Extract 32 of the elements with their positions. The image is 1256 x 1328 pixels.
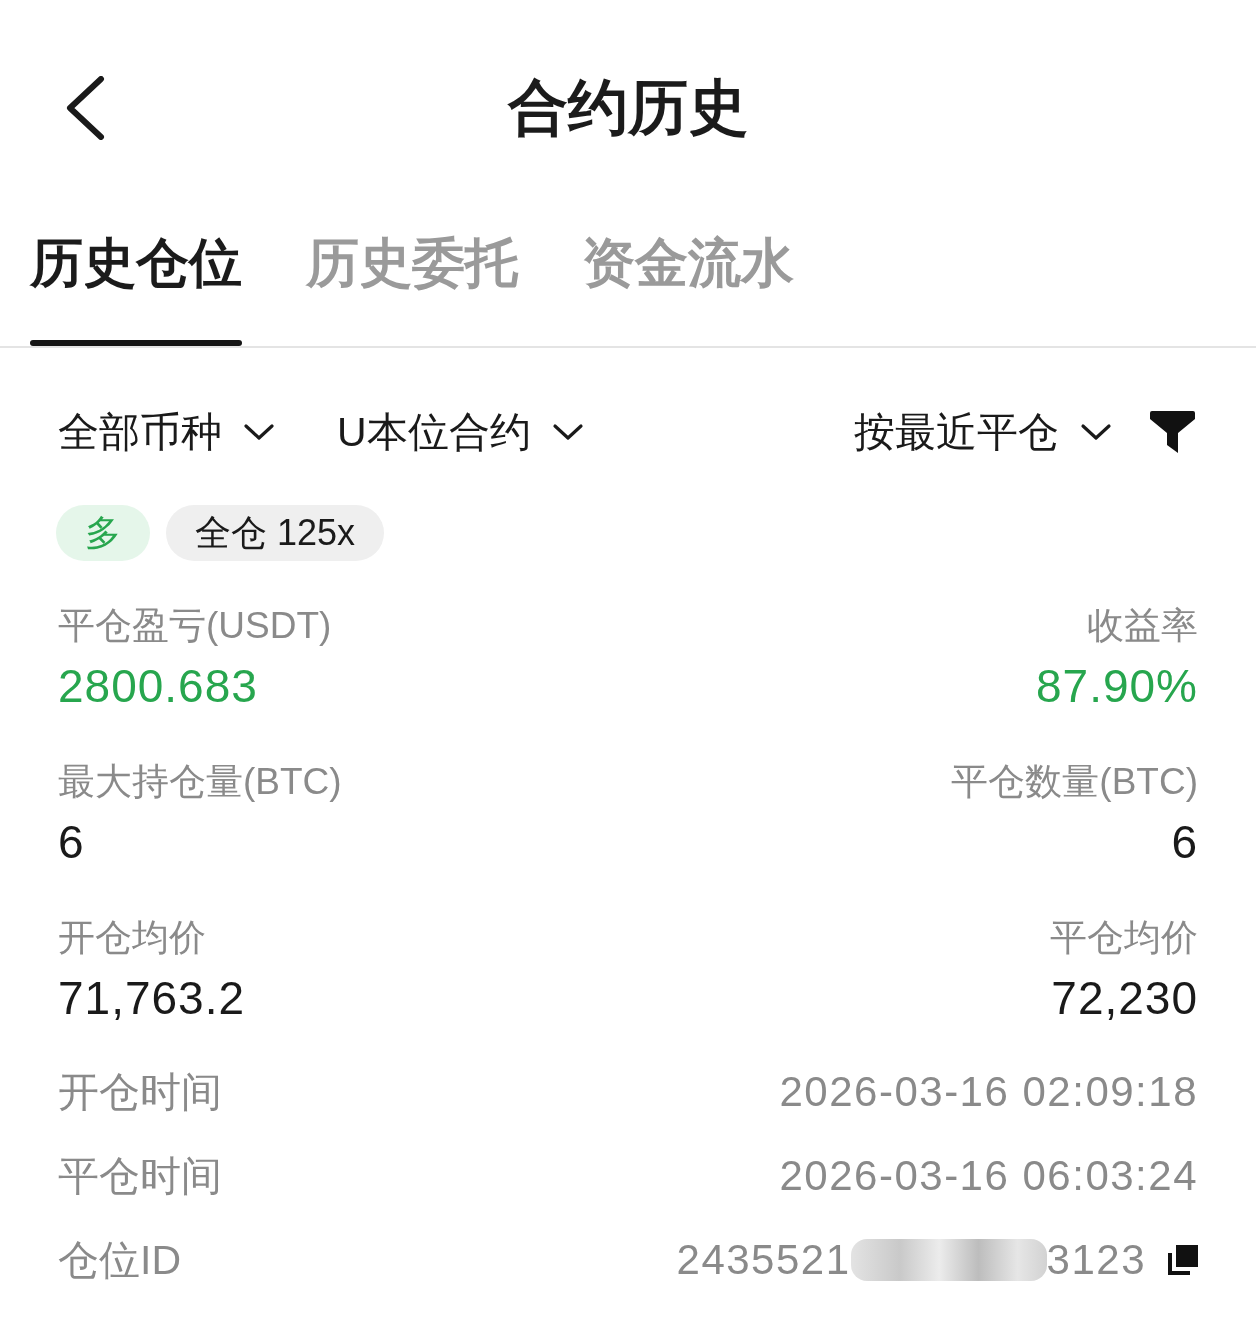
tab[interactable]: 历史仓位	[28, 216, 244, 346]
filter-icon[interactable]	[1150, 411, 1195, 453]
metric-label: 收益率	[1087, 604, 1198, 648]
filter-dropdown[interactable]: U本位合约	[337, 404, 584, 460]
metric-value: 2800.683	[58, 659, 258, 714]
filter-dropdown[interactable]: 全部币种	[58, 404, 275, 460]
metric-value: 6	[58, 815, 85, 870]
detail-value: 2026-03-16 02:09:18	[779, 1068, 1198, 1116]
detail-value: 2026-03-16 06:03:24	[779, 1152, 1198, 1200]
margin-mode-tag: 全仓 125x	[166, 505, 385, 561]
metric-value: 87.90%	[1036, 659, 1198, 714]
position-id-end: 3123	[1046, 1236, 1146, 1284]
metric-label: 开仓均价	[58, 916, 206, 960]
detail-label: 平仓时间	[58, 1152, 222, 1200]
metric-value: 72,230	[1051, 971, 1198, 1026]
chevron-down-icon	[1080, 423, 1112, 441]
chevron-down-icon	[243, 423, 275, 441]
position-id-start: 2435521	[676, 1236, 851, 1284]
detail-label: 开仓时间	[58, 1068, 222, 1116]
metric-label: 平仓盈亏(USDT)	[58, 604, 332, 648]
metric-label: 平仓数量(BTC)	[951, 760, 1198, 804]
detail-label: 仓位ID	[58, 1236, 181, 1284]
back-icon[interactable]	[64, 76, 106, 140]
metric-label: 平仓均价	[1050, 916, 1198, 960]
copy-icon[interactable]	[1168, 1245, 1198, 1275]
metric-value: 6	[1171, 815, 1198, 870]
position-side-tag: 多	[56, 505, 150, 561]
metric-label: 最大持仓量(BTC)	[58, 760, 342, 804]
page-title: 合约历史	[508, 73, 748, 143]
sort-dropdown[interactable]: 按最近平仓	[854, 404, 1112, 460]
metric-value: 71,763.2	[58, 971, 246, 1026]
chevron-down-icon	[551, 423, 584, 441]
